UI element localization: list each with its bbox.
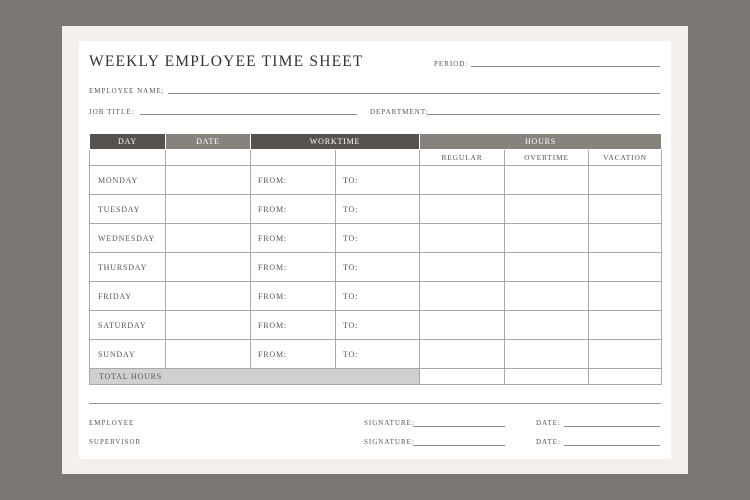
worktime-header: WORKTIME bbox=[250, 133, 420, 150]
overtime-header: OVERTIME bbox=[504, 149, 589, 166]
department-label: DEPARTMENT: bbox=[370, 108, 429, 116]
total-overtime-cell[interactable] bbox=[504, 368, 589, 385]
employee-signature-field[interactable] bbox=[413, 426, 505, 427]
to-cell[interactable]: TO: bbox=[335, 339, 420, 369]
regular-hours-cell[interactable] bbox=[419, 194, 505, 224]
table-row: TUESDAY FROM: TO: bbox=[89, 194, 663, 224]
table-row: FRIDAY FROM: TO: bbox=[89, 281, 663, 311]
employee-name-label: EMPLOYEE NAME: bbox=[89, 87, 165, 95]
regular-hours-cell[interactable] bbox=[419, 223, 505, 253]
subheader-blank bbox=[89, 149, 166, 166]
overtime-hours-cell[interactable] bbox=[504, 281, 589, 311]
to-cell[interactable]: TO: bbox=[335, 194, 420, 224]
subheader-blank bbox=[335, 149, 420, 166]
day-header: DAY bbox=[89, 133, 166, 150]
to-cell[interactable]: TO: bbox=[335, 223, 420, 253]
regular-hours-cell[interactable] bbox=[419, 339, 505, 369]
job-title-label: JOB TITLE: bbox=[89, 108, 135, 116]
divider bbox=[89, 403, 661, 404]
supervisor-date-label: DATE: bbox=[536, 438, 561, 446]
from-cell[interactable]: FROM: bbox=[250, 252, 336, 282]
supervisor-date-field[interactable] bbox=[564, 445, 660, 446]
time-sheet: WEEKLY EMPLOYEE TIME SHEET PERIOD: EMPLO… bbox=[79, 41, 671, 459]
supervisor-signature-label: SIGNATURE: bbox=[364, 438, 415, 446]
day-name-cell: MONDAY bbox=[89, 165, 166, 195]
table-row: SATURDAY FROM: TO: bbox=[89, 310, 663, 340]
date-cell[interactable] bbox=[165, 252, 251, 282]
hours-header: HOURS bbox=[418, 133, 663, 150]
day-name-cell: SUNDAY bbox=[89, 339, 166, 369]
from-cell[interactable]: FROM: bbox=[250, 339, 336, 369]
total-regular-cell[interactable] bbox=[419, 368, 505, 385]
from-cell[interactable]: FROM: bbox=[250, 165, 336, 195]
vacation-header: VACATION bbox=[587, 149, 663, 166]
table-subheader-row: REGULAR OVERTIME VACATION bbox=[89, 149, 663, 166]
date-cell[interactable] bbox=[165, 194, 251, 224]
employee-date-label: DATE: bbox=[536, 419, 561, 427]
period-field[interactable] bbox=[471, 66, 660, 67]
job-title-field[interactable] bbox=[140, 114, 357, 115]
sheet-title: WEEKLY EMPLOYEE TIME SHEET bbox=[89, 53, 364, 70]
vacation-hours-cell[interactable] bbox=[587, 165, 663, 195]
day-name-cell: FRIDAY bbox=[89, 281, 166, 311]
timesheet-table: DAY DATE WORKTIME HOURS REGULAR OVERTIME… bbox=[89, 133, 663, 385]
vacation-hours-cell[interactable] bbox=[587, 252, 663, 282]
day-name-cell: THURSDAY bbox=[89, 252, 166, 282]
regular-hours-cell[interactable] bbox=[419, 252, 505, 282]
subheader-blank bbox=[250, 149, 336, 166]
from-cell[interactable]: FROM: bbox=[250, 223, 336, 253]
overtime-hours-cell[interactable] bbox=[504, 194, 589, 224]
date-cell[interactable] bbox=[165, 339, 251, 369]
overtime-hours-cell[interactable] bbox=[504, 339, 589, 369]
table-row: WEDNESDAY FROM: TO: bbox=[89, 223, 663, 253]
overtime-hours-cell[interactable] bbox=[504, 165, 589, 195]
table-row: SUNDAY FROM: TO: bbox=[89, 339, 663, 369]
table-row: MONDAY FROM: TO: bbox=[89, 165, 663, 195]
employee-signature-label: SIGNATURE: bbox=[364, 419, 415, 427]
table-header-row: DAY DATE WORKTIME HOURS bbox=[89, 133, 663, 150]
regular-hours-cell[interactable] bbox=[419, 281, 505, 311]
day-name-cell: SATURDAY bbox=[89, 310, 166, 340]
overtime-hours-cell[interactable] bbox=[504, 310, 589, 340]
regular-hours-cell[interactable] bbox=[419, 310, 505, 340]
to-cell[interactable]: TO: bbox=[335, 310, 420, 340]
to-cell[interactable]: TO: bbox=[335, 281, 420, 311]
supervisor-signature-field[interactable] bbox=[413, 445, 505, 446]
vacation-hours-cell[interactable] bbox=[587, 310, 663, 340]
to-cell[interactable]: TO: bbox=[335, 252, 420, 282]
day-name-cell: TUESDAY bbox=[89, 194, 166, 224]
regular-hours-cell[interactable] bbox=[419, 165, 505, 195]
from-cell[interactable]: FROM: bbox=[250, 310, 336, 340]
supervisor-label: SUPERVISOR bbox=[89, 438, 142, 446]
vacation-hours-cell[interactable] bbox=[587, 194, 663, 224]
vacation-hours-cell[interactable] bbox=[587, 281, 663, 311]
overtime-hours-cell[interactable] bbox=[504, 252, 589, 282]
vacation-hours-cell[interactable] bbox=[587, 223, 663, 253]
date-cell[interactable] bbox=[165, 223, 251, 253]
from-cell[interactable]: FROM: bbox=[250, 194, 336, 224]
to-cell[interactable]: TO: bbox=[335, 165, 420, 195]
date-cell[interactable] bbox=[165, 281, 251, 311]
from-cell[interactable]: FROM: bbox=[250, 281, 336, 311]
date-header: DATE bbox=[165, 133, 251, 150]
employee-label: EMPLOYEE bbox=[89, 419, 135, 427]
day-name-cell: WEDNESDAY bbox=[89, 223, 166, 253]
department-field[interactable] bbox=[427, 114, 660, 115]
overtime-hours-cell[interactable] bbox=[504, 223, 589, 253]
table-row: THURSDAY FROM: TO: bbox=[89, 252, 663, 282]
date-cell[interactable] bbox=[165, 165, 251, 195]
period-label: PERIOD: bbox=[434, 60, 469, 68]
employee-date-field[interactable] bbox=[564, 426, 660, 427]
total-vacation-cell[interactable] bbox=[587, 368, 663, 385]
total-hours-label: TOTAL HOURS bbox=[89, 368, 420, 385]
regular-header: REGULAR bbox=[419, 149, 505, 166]
employee-name-field[interactable] bbox=[168, 93, 660, 94]
total-row: TOTAL HOURS bbox=[89, 368, 663, 385]
vacation-hours-cell[interactable] bbox=[587, 339, 663, 369]
date-cell[interactable] bbox=[165, 310, 251, 340]
subheader-blank bbox=[165, 149, 251, 166]
